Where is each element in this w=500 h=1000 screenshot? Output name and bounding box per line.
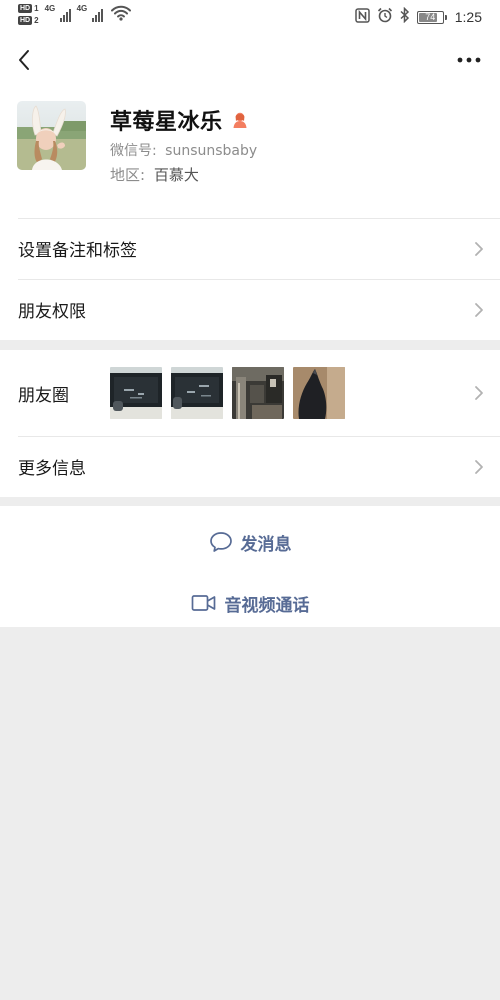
status-time: 1:25 bbox=[454, 9, 482, 25]
moment-thumbnail[interactable] bbox=[293, 367, 345, 419]
hd-badge: HD bbox=[18, 16, 33, 25]
video-camera-icon bbox=[191, 595, 215, 611]
battery-icon: 74 bbox=[416, 10, 447, 24]
send-message-button[interactable]: 发消息 bbox=[0, 524, 500, 560]
sim1-indicator: HD 1 bbox=[18, 4, 39, 13]
status-bar: HD 1 HD 2 4G 4G 74 1:25 bbox=[0, 0, 500, 36]
chevron-right-icon bbox=[475, 386, 483, 400]
wechat-id-value: sunsunsbaby bbox=[165, 143, 258, 159]
moment-thumbnail[interactable] bbox=[232, 367, 284, 419]
more-button[interactable] bbox=[456, 48, 482, 72]
nav-bar bbox=[0, 36, 500, 84]
moments-group: 朋友圈 更多信息 bbox=[0, 350, 500, 497]
remark-tags-label: 设置备注和标签 bbox=[18, 241, 137, 261]
more-info-label: 更多信息 bbox=[18, 459, 86, 479]
signal-bars-icon bbox=[91, 9, 103, 22]
profile-header: 草莓星冰乐 微信号: sunsunsbaby 地区: 百慕大 bbox=[0, 84, 500, 218]
nickname: 草莓星冰乐 bbox=[110, 110, 223, 135]
friend-permissions-row[interactable]: 朋友权限 bbox=[0, 279, 500, 340]
moment-thumbnail[interactable] bbox=[171, 367, 223, 419]
chevron-right-icon bbox=[475, 302, 483, 317]
status-right: 74 1:25 bbox=[355, 6, 482, 27]
region-row: 地区: 百慕大 bbox=[110, 164, 199, 185]
alarm-icon bbox=[377, 7, 393, 27]
send-message-label: 发消息 bbox=[240, 534, 292, 555]
moments-thumbnails bbox=[110, 367, 345, 419]
battery-level: 74 bbox=[425, 12, 436, 22]
back-button[interactable] bbox=[10, 46, 38, 74]
network-type: 4G bbox=[76, 4, 88, 13]
chevron-right-icon bbox=[475, 241, 483, 256]
moments-label: 朋友圈 bbox=[18, 385, 69, 406]
wechat-id-label: 微信号: bbox=[110, 143, 157, 159]
more-info-row[interactable]: 更多信息 bbox=[0, 436, 500, 497]
female-icon bbox=[231, 111, 249, 129]
settings-group: 设置备注和标签 朋友权限 bbox=[0, 218, 500, 340]
nickname-row: 草莓星冰乐 bbox=[110, 104, 249, 136]
video-call-label: 音视频通话 bbox=[224, 595, 310, 616]
bluetooth-icon bbox=[400, 6, 410, 27]
action-group: 发消息 音视频通话 bbox=[0, 506, 500, 627]
ellipsis-icon bbox=[457, 57, 481, 63]
region-label: 地区: bbox=[110, 166, 146, 184]
signal-2: 4G bbox=[77, 4, 103, 22]
chevron-left-icon bbox=[19, 50, 29, 70]
chat-bubble-icon bbox=[209, 532, 232, 552]
status-left: HD 1 HD 2 4G 4G bbox=[18, 4, 131, 25]
network-type: 4G bbox=[44, 4, 56, 13]
hd-badge: HD bbox=[18, 4, 33, 13]
sim2-indicator: HD 2 bbox=[18, 16, 39, 25]
video-call-button[interactable]: 音视频通话 bbox=[0, 585, 500, 621]
remark-tags-row[interactable]: 设置备注和标签 bbox=[0, 218, 500, 279]
nfc-icon bbox=[355, 7, 370, 27]
signal-bars-icon bbox=[59, 9, 71, 22]
chevron-right-icon bbox=[475, 459, 483, 474]
avatar[interactable] bbox=[17, 101, 86, 170]
wifi-icon bbox=[110, 5, 131, 25]
moment-thumbnail[interactable] bbox=[110, 367, 162, 419]
wechat-id-row: 微信号: sunsunsbaby bbox=[110, 140, 257, 160]
signal-1: 4G bbox=[45, 4, 71, 22]
moments-row[interactable]: 朋友圈 bbox=[0, 350, 500, 436]
friend-permissions-label: 朋友权限 bbox=[18, 302, 86, 322]
sim-slot-number: 2 bbox=[34, 16, 39, 25]
sim-slot-number: 1 bbox=[34, 4, 39, 13]
region-value: 百慕大 bbox=[153, 166, 199, 184]
sim-indicators: HD 1 HD 2 bbox=[18, 4, 39, 25]
